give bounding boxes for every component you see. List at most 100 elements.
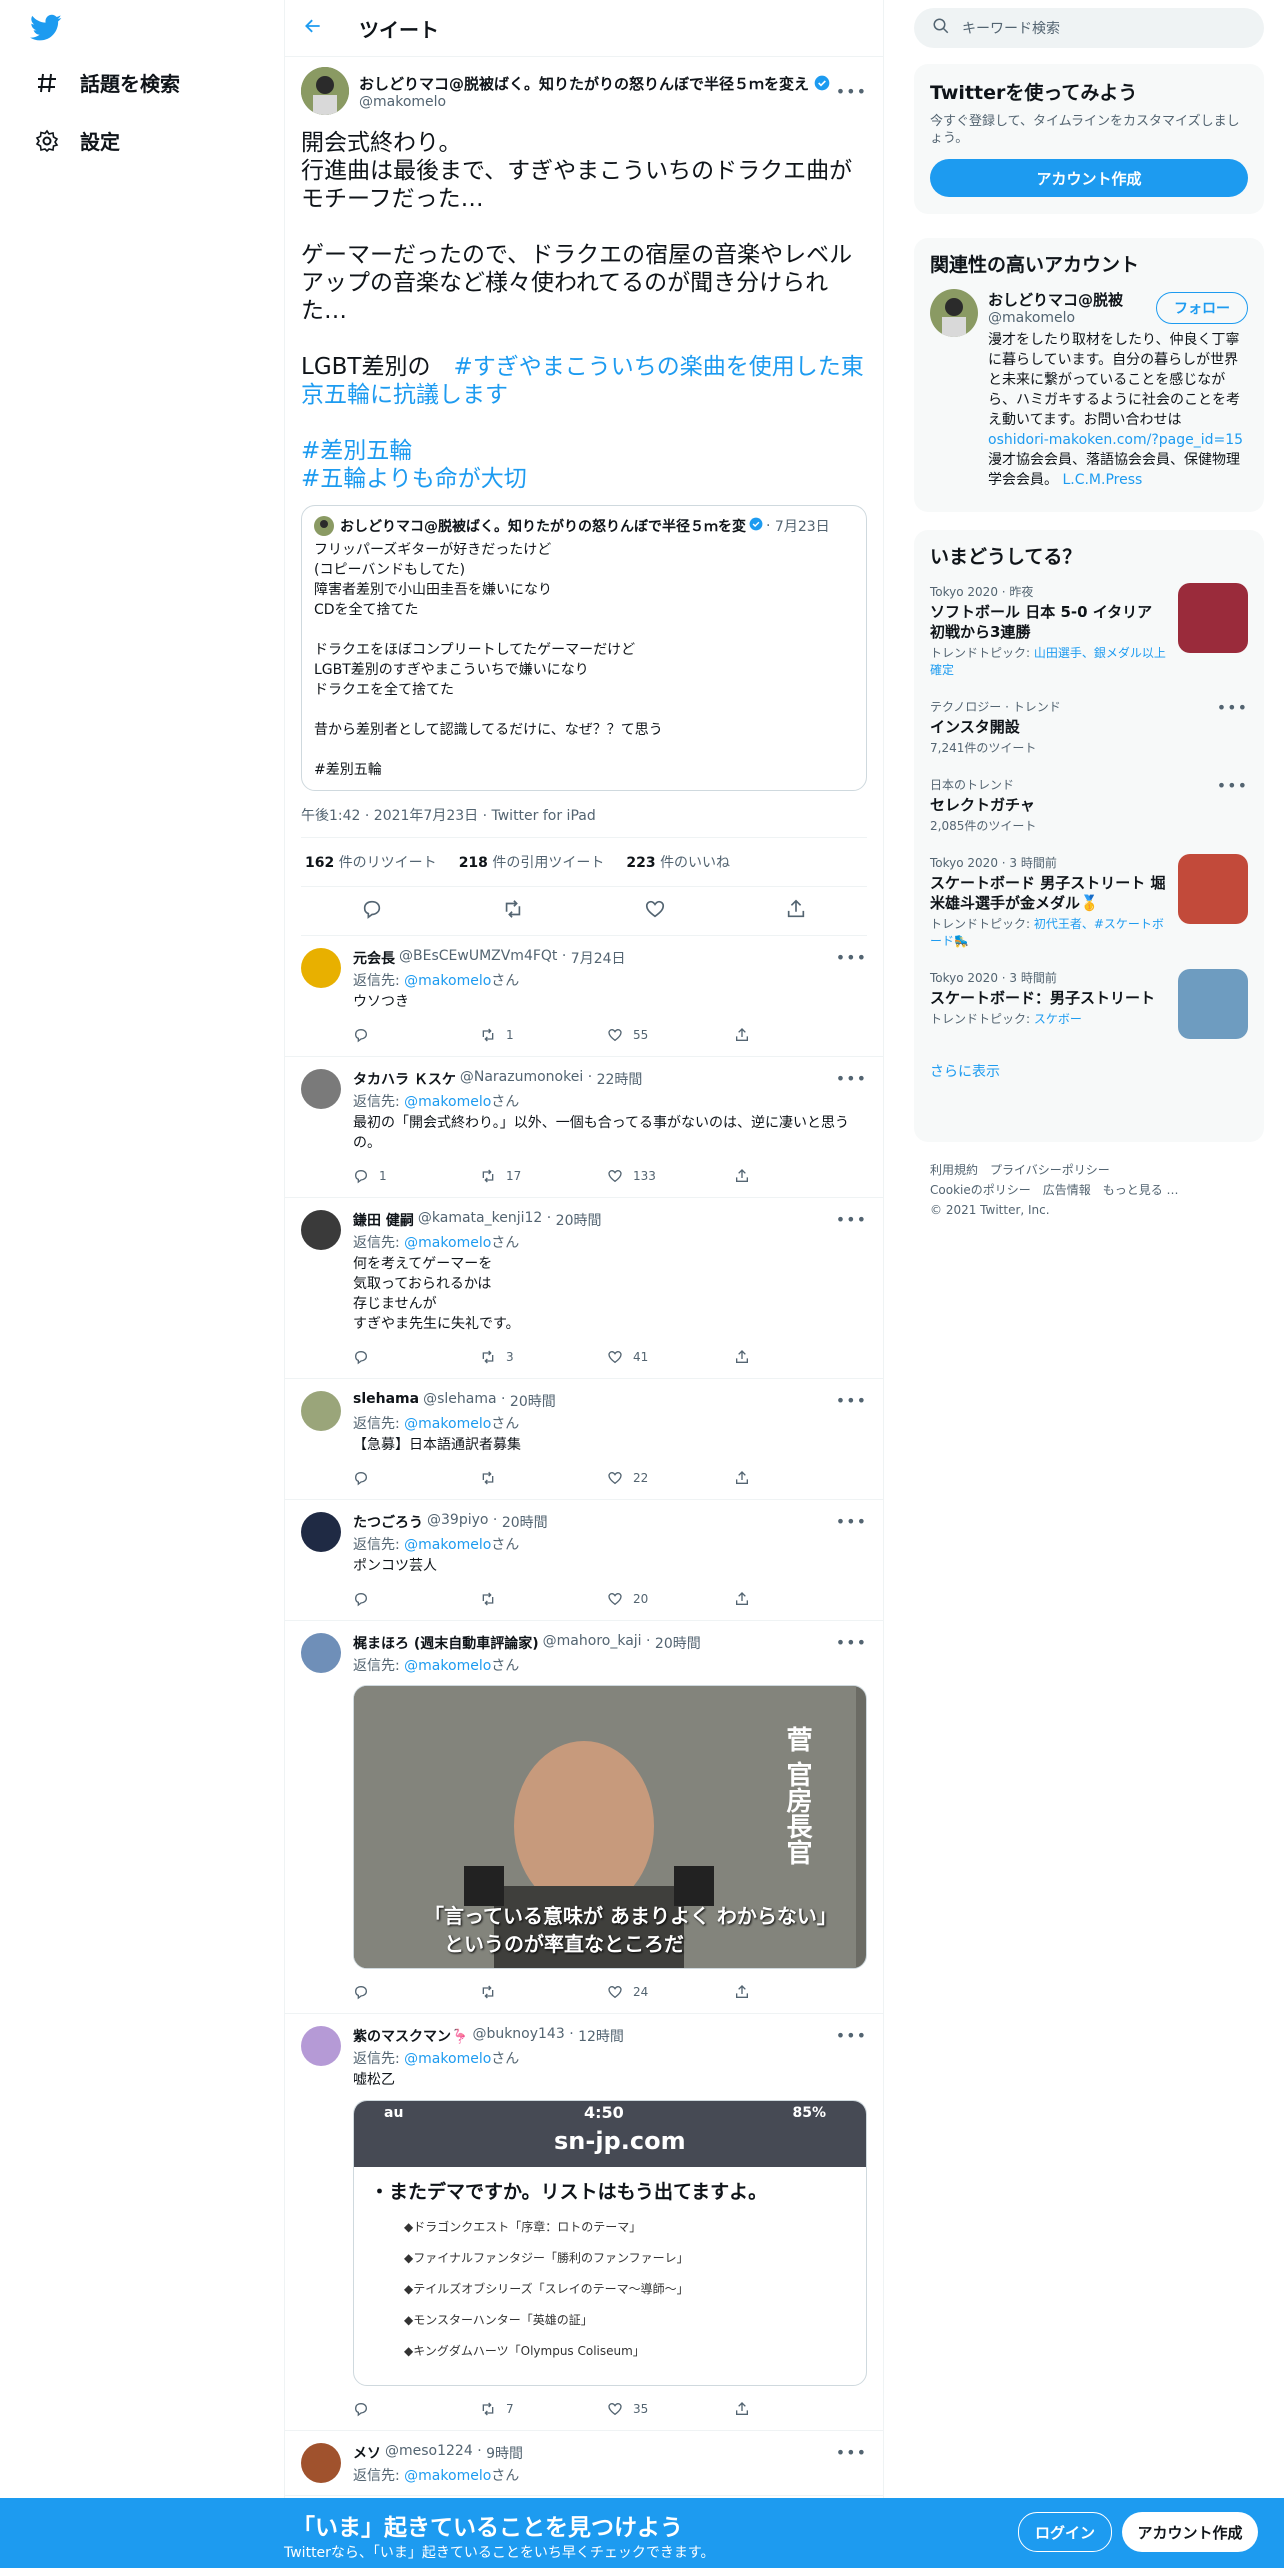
trend-topic-link[interactable]: スケボー: [1034, 1012, 1082, 1026]
reply-author-handle[interactable]: @39piyo: [427, 1512, 488, 1532]
retweet-action[interactable]: 3: [480, 1349, 607, 1365]
reply-to-link[interactable]: @makomelo: [404, 1235, 491, 1251]
like-icon[interactable]: [644, 898, 666, 924]
quoted-tweet[interactable]: おしどりマコ@脱被ばく。知りたがりの怒りんぼで半径５ｍを変 · 7月23日 フリ…: [301, 505, 867, 791]
avatar[interactable]: [301, 67, 349, 115]
reply-to-link[interactable]: @makomelo: [404, 973, 491, 989]
reply-to-link[interactable]: @makomelo: [404, 1416, 491, 1432]
reply-time[interactable]: 20時間: [502, 1512, 548, 1532]
footer-line-2[interactable]: Cookieのポリシー 広告情報 もっと見る …: [930, 1180, 1250, 1200]
reply-action[interactable]: [353, 1470, 480, 1486]
reply-author-name[interactable]: タカハラ Ｋスケ: [353, 1069, 456, 1089]
share-icon[interactable]: [785, 898, 807, 924]
retweet-count[interactable]: 162 件のリツイート: [305, 852, 437, 872]
reply-time[interactable]: 20時間: [556, 1210, 602, 1230]
reply-author-name[interactable]: 梶まほろ (週末自動車評論家): [353, 1633, 539, 1653]
nav-settings[interactable]: 設定: [34, 126, 120, 155]
avatar[interactable]: [301, 1069, 341, 1109]
reply-tweet[interactable]: タカハラ Ｋスケ @Narazumonokei · 22時間 ••• 返信先: …: [285, 1057, 883, 1198]
reply-author-handle[interactable]: @BEsCEwUMZVm4FQt: [399, 948, 557, 968]
author-handle[interactable]: @makomelo: [359, 94, 836, 110]
like-count[interactable]: 223 件のいいね: [626, 852, 730, 872]
show-more-link[interactable]: さらに表示: [914, 1049, 1264, 1093]
relevant-handle[interactable]: @makomelo: [988, 310, 1156, 326]
login-button[interactable]: ログイン: [1018, 2512, 1112, 2552]
avatar[interactable]: [301, 1391, 341, 1431]
reply-to-link[interactable]: @makomelo: [404, 1658, 491, 1674]
reply-icon[interactable]: [361, 898, 383, 924]
bio-link[interactable]: oshidori-makoken.com/?page_id=15: [988, 432, 1243, 448]
share-action[interactable]: [734, 1470, 861, 1486]
more-options-icon[interactable]: •••: [836, 1069, 867, 1089]
reply-action[interactable]: 1: [353, 1168, 480, 1184]
trend-item[interactable]: テクノロジー · トレンド インスタ開設 7,241件のツイート •••: [914, 688, 1264, 766]
share-action[interactable]: [734, 1027, 861, 1043]
back-arrow-icon[interactable]: [303, 16, 333, 40]
avatar[interactable]: [301, 2443, 341, 2483]
avatar[interactable]: [301, 1210, 341, 1250]
bio-link-2[interactable]: L.C.M.Press: [1062, 472, 1142, 488]
more-options-icon[interactable]: •••: [1217, 698, 1248, 756]
reply-time[interactable]: 9時間: [486, 2443, 523, 2463]
reply-author-name[interactable]: slehama: [353, 1391, 419, 1411]
tweet-timestamp[interactable]: 午後1:42 · 2021年7月23日 · Twitter for iPad: [301, 805, 867, 838]
reply-to-link[interactable]: @makomelo: [404, 2051, 491, 2067]
reply-action[interactable]: [353, 2401, 480, 2417]
more-options-icon[interactable]: •••: [836, 1633, 867, 1653]
reply-author-name[interactable]: メソ: [353, 2443, 381, 2463]
reply-action[interactable]: [353, 1591, 480, 1607]
quote-count[interactable]: 218 件の引用ツイート: [459, 852, 605, 872]
like-action[interactable]: 41: [607, 1349, 734, 1365]
avatar[interactable]: [301, 948, 341, 988]
reply-tweet[interactable]: slehama @slehama · 20時間 ••• 返信先: @makome…: [285, 1379, 883, 1500]
reply-author-handle[interactable]: @buknoy143: [472, 2026, 564, 2046]
reply-author-name[interactable]: 元会長: [353, 948, 395, 968]
more-options-icon[interactable]: •••: [836, 1210, 867, 1230]
reply-author-handle[interactable]: @mahoro_kaji: [543, 1633, 642, 1653]
share-action[interactable]: [734, 1984, 861, 2000]
trend-item[interactable]: Tokyo 2020 · 昨夜 ソフトボール 日本 5-0 イタリア 初戦から3…: [914, 573, 1264, 688]
reply-author-handle[interactable]: @kamata_kenji12: [418, 1210, 542, 1230]
reply-author-name[interactable]: 鎌田 健嗣: [353, 1210, 414, 1230]
like-action[interactable]: 35: [607, 2401, 734, 2417]
share-action[interactable]: [734, 1349, 861, 1365]
like-action[interactable]: 20: [607, 1591, 734, 1607]
reply-time[interactable]: 12時間: [578, 2026, 624, 2046]
create-account-button[interactable]: アカウント作成: [930, 159, 1248, 197]
like-action[interactable]: 22: [607, 1470, 734, 1486]
search-box[interactable]: キーワード検索: [914, 8, 1264, 48]
like-action[interactable]: 24: [607, 1984, 734, 2000]
like-action[interactable]: 133: [607, 1168, 734, 1184]
trend-item[interactable]: Tokyo 2020 · 3 時間前 スケートボード 男子ストリート 堀米雄斗選…: [914, 844, 1264, 959]
retweet-action[interactable]: [480, 1591, 607, 1607]
share-action[interactable]: [734, 2401, 861, 2417]
retweet-action[interactable]: 1: [480, 1027, 607, 1043]
retweet-action[interactable]: [480, 1984, 607, 2000]
trend-item[interactable]: 日本のトレンド セレクトガチャ 2,085件のツイート •••: [914, 766, 1264, 844]
more-options-icon[interactable]: •••: [836, 948, 867, 968]
media-image[interactable]: au 4:50 85% sn-jp.com ・またデマですか。リストはもう出てま…: [353, 2100, 867, 2386]
reply-author-name[interactable]: 紫のマスクマン🦩: [353, 2026, 468, 2046]
more-options-icon[interactable]: •••: [836, 82, 867, 101]
hashtag-link[interactable]: #五輪よりも命が大切: [301, 466, 527, 492]
more-options-icon[interactable]: •••: [1217, 776, 1248, 834]
footer-line-1[interactable]: 利用規約 プライバシーポリシー: [930, 1160, 1250, 1180]
hashtag-link[interactable]: #差別五輪: [301, 438, 412, 464]
retweet-icon[interactable]: [502, 898, 524, 924]
retweet-action[interactable]: [480, 1470, 607, 1486]
signup-button[interactable]: アカウント作成: [1122, 2512, 1258, 2552]
reply-author-handle[interactable]: @meso1224: [385, 2443, 473, 2463]
reply-action[interactable]: [353, 1984, 480, 2000]
reply-time[interactable]: 20時間: [510, 1391, 556, 1411]
avatar[interactable]: [301, 2026, 341, 2066]
reply-tweet[interactable]: 梶まほろ (週末自動車評論家) @mahoro_kaji · 20時間 ••• …: [285, 1621, 883, 2014]
share-action[interactable]: [734, 1168, 861, 1184]
media-image[interactable]: 菅 官房長官 「言っている意味が あまりよく わからない」 というのが率直なとこ…: [353, 1685, 867, 1969]
like-action[interactable]: 55: [607, 1027, 734, 1043]
reply-tweet[interactable]: 紫のマスクマン🦩 @buknoy143 · 12時間 ••• 返信先: @mak…: [285, 2014, 883, 2431]
reply-tweet[interactable]: たつごろう @39piyo · 20時間 ••• 返信先: @makomeloさ…: [285, 1500, 883, 1621]
twitter-logo-icon[interactable]: [30, 14, 62, 42]
nav-explore[interactable]: 話題を検索: [34, 68, 180, 97]
reply-author-handle[interactable]: @Narazumonokei: [460, 1069, 583, 1089]
reply-tweet[interactable]: 元会長 @BEsCEwUMZVm4FQt · 7月24日 ••• 返信先: @m…: [285, 936, 883, 1057]
